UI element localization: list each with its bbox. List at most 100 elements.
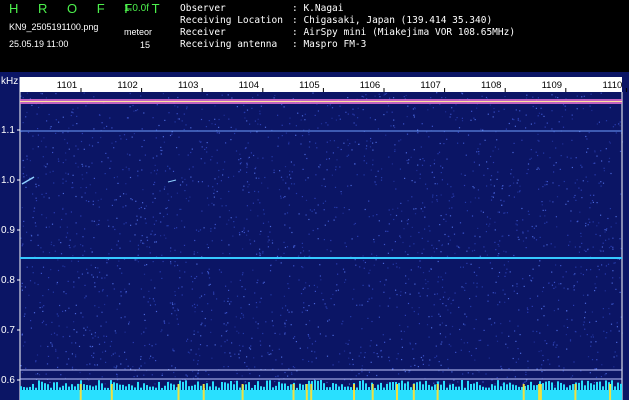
noise-dot [445, 97, 447, 99]
noise-dot [424, 279, 427, 281]
noise-dot [419, 158, 421, 161]
noise-dot [107, 219, 109, 221]
noise-dot [174, 291, 176, 293]
noise-dot [517, 236, 519, 238]
noise-dot [298, 213, 300, 215]
noise-dot [317, 204, 319, 206]
noise-dot [441, 341, 443, 343]
noise-dot [196, 263, 198, 265]
activity-bar-spike [404, 383, 406, 390]
noise-dot [129, 154, 131, 156]
noise-dot [541, 371, 543, 373]
noise-dot [129, 176, 132, 179]
noise-dot [506, 268, 508, 270]
noise-dot [57, 315, 59, 317]
noise-dot [144, 264, 146, 266]
noise-dot [308, 131, 310, 134]
noise-dot [394, 149, 396, 151]
station-info-value: : Chigasaki, Japan (139.414 35.340) [292, 15, 493, 26]
noise-dot [22, 122, 24, 124]
activity-bar-spike [209, 386, 211, 390]
noise-dot [555, 96, 557, 98]
noise-dot [206, 142, 208, 144]
noise-dot [130, 198, 132, 200]
noise-dot [191, 148, 193, 150]
noise-dot [25, 186, 27, 188]
noise-dot [379, 96, 381, 98]
noise-dot [52, 151, 54, 154]
noise-dot [474, 243, 476, 245]
noise-dot [105, 321, 107, 323]
noise-dot [140, 288, 142, 290]
noise-dot [394, 126, 396, 129]
noise-dot [46, 163, 48, 165]
noise-dot [615, 132, 617, 134]
noise-dot [419, 177, 421, 179]
x-tick-label: 1105 [299, 80, 319, 91]
noise-dot [618, 330, 620, 332]
noise-dot [439, 142, 441, 145]
station-info-key: Receiver [180, 27, 226, 38]
noise-dot [429, 165, 432, 167]
station-info-key: Observer [180, 3, 226, 14]
noise-dot [590, 345, 592, 347]
noise-dot [227, 300, 229, 302]
noise-dot [596, 276, 598, 278]
noise-dot [31, 266, 33, 268]
noise-dot [505, 128, 507, 130]
noise-dot [590, 93, 592, 95]
noise-dot [462, 232, 465, 234]
activity-bar-spike [374, 387, 376, 390]
noise-dot [57, 158, 59, 160]
noise-dot [257, 327, 259, 329]
noise-dot [228, 244, 230, 246]
noise-dot [309, 141, 311, 143]
noise-dot [451, 107, 453, 109]
noise-dot [566, 156, 568, 158]
noise-dot [396, 358, 398, 360]
noise-dot [249, 373, 251, 375]
noise-dot [476, 282, 478, 284]
noise-dot [22, 243, 24, 245]
noise-dot [600, 92, 602, 94]
noise-dot [615, 222, 617, 224]
noise-dot [536, 368, 538, 370]
noise-dot [284, 166, 287, 168]
noise-dot [445, 324, 447, 327]
noise-dot [304, 153, 306, 156]
noise-dot [268, 353, 270, 356]
noise-dot [49, 127, 51, 129]
noise-dot [88, 379, 90, 381]
noise-dot [289, 275, 291, 277]
noise-dot [526, 94, 528, 96]
noise-dot [238, 332, 240, 334]
noise-dot [158, 124, 160, 127]
noise-dot [229, 352, 231, 354]
noise-dot [156, 155, 158, 157]
noise-dot [516, 229, 518, 231]
noise-dot [366, 140, 368, 142]
noise-dot [602, 242, 604, 244]
noise-dot [201, 181, 203, 183]
x-tick-label: 1106 [360, 80, 380, 91]
noise-dot [311, 210, 313, 212]
noise-dot [517, 191, 519, 193]
noise-dot [363, 160, 365, 162]
noise-dot [447, 298, 449, 300]
noise-dot [613, 366, 615, 368]
noise-dot [233, 175, 235, 177]
noise-dot [440, 165, 442, 167]
noise-dot [536, 330, 538, 333]
activity-bar-spike [338, 386, 340, 390]
noise-dot [26, 158, 28, 160]
noise-dot [491, 379, 493, 381]
noise-dot [311, 343, 313, 345]
noise-dot [248, 368, 250, 370]
noise-dot [492, 161, 495, 164]
noise-dot [365, 94, 367, 96]
noise-dot [128, 168, 130, 170]
noise-dot [368, 371, 370, 373]
noise-dot [301, 115, 304, 117]
noise-dot [571, 375, 574, 377]
noise-dot [391, 163, 393, 165]
